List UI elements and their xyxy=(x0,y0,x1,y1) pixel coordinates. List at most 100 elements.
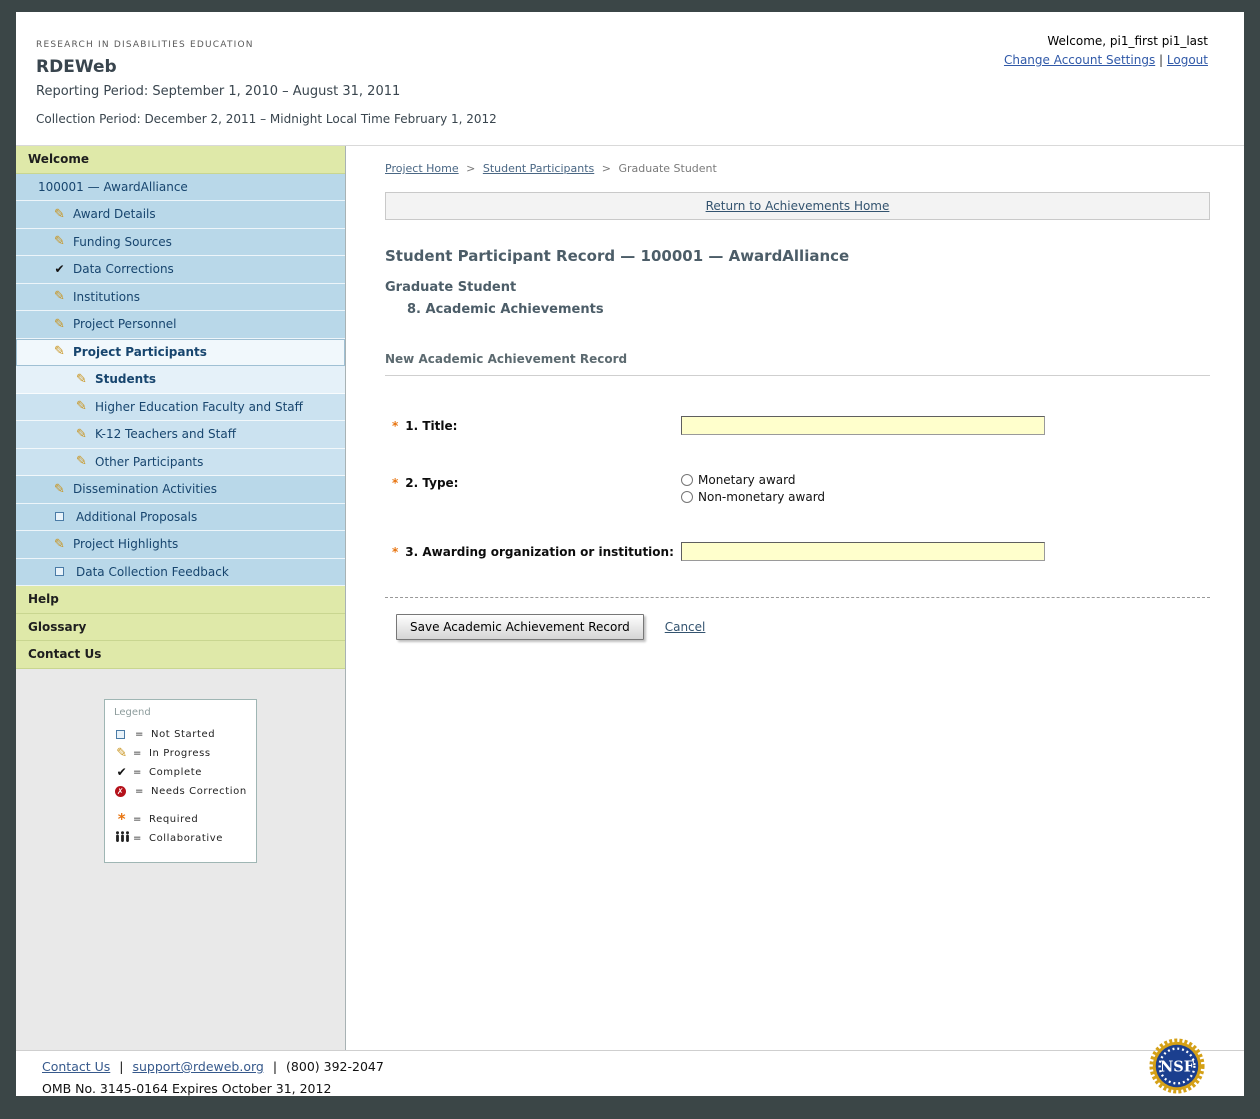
sidebar-item-data-corrections[interactable]: ✔ Data Corrections xyxy=(16,256,345,284)
sidebar-item-funding-sources[interactable]: ✎ Funding Sources xyxy=(16,229,345,257)
pencil-icon: ✎ xyxy=(74,454,89,469)
monetary-award-option[interactable]: Monetary award xyxy=(681,473,825,487)
sidebar-item-label: Project Highlights xyxy=(73,537,178,551)
collection-period: Collection Period: December 2, 2011 – Mi… xyxy=(36,112,1208,126)
sidebar-item-additional-proposals[interactable]: Additional Proposals xyxy=(16,504,345,532)
legend-label: Required xyxy=(149,814,198,825)
legend-item-in-progress: ✎ = In Progress xyxy=(114,744,247,763)
checkmark-icon: ✔ xyxy=(114,765,130,779)
legend-spacer xyxy=(114,801,247,810)
sidebar-item-help[interactable]: Help xyxy=(16,586,345,614)
form-separator xyxy=(385,597,1210,598)
sidebar-item-data-collection-feedback[interactable]: Data Collection Feedback xyxy=(16,559,345,587)
legend: Legend = Not Started ✎ = In Progress ✔ =… xyxy=(104,699,257,863)
sidebar-item-k12-teachers-staff[interactable]: ✎ K-12 Teachers and Staff xyxy=(16,421,345,449)
sidebar-item-glossary[interactable]: Glossary xyxy=(16,614,345,642)
account-links: Change Account Settings | Logout xyxy=(1004,53,1208,67)
equals-sign: = xyxy=(133,814,142,825)
required-asterisk-icon: * xyxy=(392,545,398,559)
type-label-text: 2. Type: xyxy=(405,476,458,490)
footer-email-link[interactable]: support@rdeweb.org xyxy=(132,1059,263,1074)
cancel-link[interactable]: Cancel xyxy=(665,620,706,634)
equals-sign: = xyxy=(133,833,142,844)
type-radio-group: Monetary award Non-monetary award xyxy=(681,473,825,504)
header: RESEARCH IN DISABILITIES EDUCATION RDEWe… xyxy=(16,12,1244,145)
nsf-logo-text: NSF xyxy=(1160,1058,1195,1075)
change-account-settings-link[interactable]: Change Account Settings xyxy=(1004,53,1155,67)
footer-contact-link[interactable]: Contact Us xyxy=(42,1059,110,1074)
footer-separator: | xyxy=(119,1059,123,1074)
pencil-icon: ✎ xyxy=(74,427,89,442)
return-bar: Return to Achievements Home xyxy=(385,192,1210,220)
breadcrumb: Project Home > Student Participants > Gr… xyxy=(385,162,1210,175)
pencil-icon: ✎ xyxy=(52,482,67,497)
pencil-icon: ✎ xyxy=(114,746,130,761)
legend-label: Complete xyxy=(149,767,202,778)
title-label-text: 1. Title: xyxy=(405,419,457,433)
footer-contact-line: Contact Us | support@rdeweb.org | (800) … xyxy=(42,1059,1208,1074)
logout-link[interactable]: Logout xyxy=(1167,53,1208,67)
sidebar-item-students[interactable]: ✎ Students xyxy=(16,366,345,394)
legend-label: Collaborative xyxy=(149,833,223,844)
sidebar: Welcome 100001 — AwardAlliance ✎ Award D… xyxy=(16,146,346,1050)
breadcrumb-separator: > xyxy=(602,162,611,175)
legend-label: In Progress xyxy=(149,748,211,759)
title-input[interactable] xyxy=(681,416,1045,435)
pencil-icon: ✎ xyxy=(52,317,67,332)
page: RESEARCH IN DISABILITIES EDUCATION RDEWe… xyxy=(16,12,1244,1096)
link-separator: | xyxy=(1159,53,1163,67)
sidebar-item-other-participants[interactable]: ✎ Other Participants xyxy=(16,449,345,477)
non-monetary-award-radio[interactable] xyxy=(681,491,693,503)
type-form-row: *2. Type: Monetary award Non-monetary aw… xyxy=(385,473,1210,504)
non-monetary-award-label: Non-monetary award xyxy=(698,490,825,504)
pencil-icon: ✎ xyxy=(52,289,67,304)
footer-phone: (800) 392-2047 xyxy=(286,1059,384,1074)
sidebar-item-project-highlights[interactable]: ✎ Project Highlights xyxy=(16,531,345,559)
pencil-icon: ✎ xyxy=(52,537,67,552)
breadcrumb-student-participants-link[interactable]: Student Participants xyxy=(483,162,594,175)
sidebar-item-welcome[interactable]: Welcome xyxy=(16,146,345,174)
organization-input[interactable] xyxy=(681,542,1045,561)
sidebar-item-label: Help xyxy=(28,592,59,606)
sidebar-item-contact-us[interactable]: Contact Us xyxy=(16,641,345,669)
sidebar-item-label: Dissemination Activities xyxy=(73,482,217,496)
return-to-achievements-link[interactable]: Return to Achievements Home xyxy=(706,199,890,213)
save-button[interactable]: Save Academic Achievement Record xyxy=(396,614,644,640)
sidebar-item-award-details[interactable]: ✎ Award Details xyxy=(16,201,345,229)
legend-item-needs-correction: ✗ = Needs Correction xyxy=(114,782,247,801)
sidebar-item-label: K-12 Teachers and Staff xyxy=(95,427,236,441)
equals-sign: = xyxy=(135,786,144,797)
sidebar-item-label: Data Collection Feedback xyxy=(76,565,229,579)
page-title: Student Participant Record — 100001 — Aw… xyxy=(385,247,1210,265)
equals-sign: = xyxy=(135,729,144,740)
non-monetary-award-option[interactable]: Non-monetary award xyxy=(681,490,825,504)
sidebar-item-label: Higher Education Faculty and Staff xyxy=(95,400,303,414)
sidebar-item-project-participants[interactable]: ✎ Project Participants xyxy=(16,339,345,367)
sidebar-item-label: Additional Proposals xyxy=(76,510,197,524)
sidebar-item-dissemination-activities[interactable]: ✎ Dissemination Activities xyxy=(16,476,345,504)
sidebar-item-institutions[interactable]: ✎ Institutions xyxy=(16,284,345,312)
monetary-award-radio[interactable] xyxy=(681,474,693,486)
sidebar-item-label: Award Details xyxy=(73,207,156,221)
equals-sign: = xyxy=(133,767,142,778)
form-title: New Academic Achievement Record xyxy=(385,352,1210,376)
sidebar-item-project-personnel[interactable]: ✎ Project Personnel xyxy=(16,311,345,339)
square-icon xyxy=(55,512,64,521)
breadcrumb-current: Graduate Student xyxy=(618,162,716,175)
sidebar-item-label: Welcome xyxy=(28,152,89,166)
sidebar-item-award[interactable]: 100001 — AwardAlliance xyxy=(16,174,345,202)
pencil-icon: ✎ xyxy=(52,234,67,249)
breadcrumb-separator: > xyxy=(466,162,475,175)
sidebar-item-label: Glossary xyxy=(28,620,86,634)
square-icon xyxy=(55,567,64,576)
organization-label-text: 3. Awarding organization or institution: xyxy=(405,545,674,559)
action-row: Save Academic Achievement Record Cancel xyxy=(385,614,1210,640)
sidebar-item-label: Students xyxy=(95,372,156,386)
footer: Contact Us | support@rdeweb.org | (800) … xyxy=(16,1050,1244,1096)
breadcrumb-project-home-link[interactable]: Project Home xyxy=(385,162,459,175)
legend-item-complete: ✔ = Complete xyxy=(114,763,247,782)
sidebar-item-higher-ed-faculty-staff[interactable]: ✎ Higher Education Faculty and Staff xyxy=(16,394,345,422)
legend-item-not-started: = Not Started xyxy=(114,725,247,744)
organization-label: * 3. Awarding organization or institution… xyxy=(392,542,681,559)
legend-item-collaborative: = Collaborative xyxy=(114,829,247,848)
